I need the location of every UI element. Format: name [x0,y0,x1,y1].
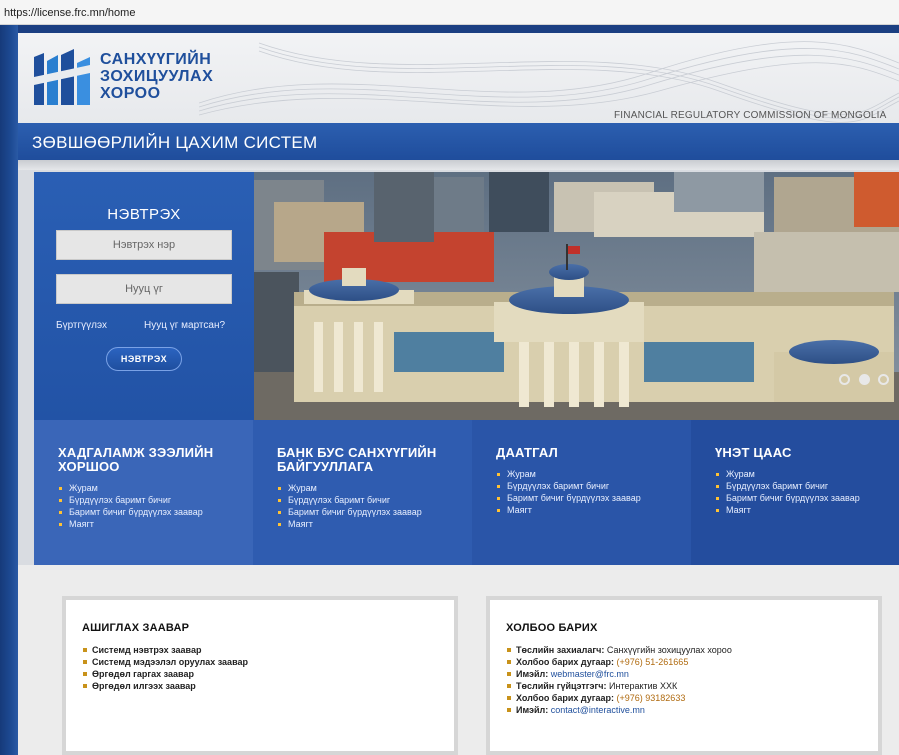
title-bar-shadow [18,160,899,170]
slider-dots [835,372,889,390]
tile-title-line: ҮНЭТ ЦААС [715,445,792,460]
tile-link[interactable]: Баримт бичиг бүрдүүлэх заавар [58,506,253,518]
password-input[interactable]: Нууц үг [56,274,232,304]
register-link[interactable]: Бүртгүүлэх [56,320,107,331]
contact-title: ХОЛБОО БАРИХ [506,622,598,634]
tile-link[interactable]: Бүрдүүлэх баримт бичиг [58,494,253,506]
tile-non-bank-financial[interactable]: БАНК БУС САНХҮҮГИЙН БАЙГУУЛЛАГА Журам Бү… [253,420,472,565]
logo-wordmark: САНХҮҮГИЙН ЗОХИЦУУЛАХ ХОРОО [100,51,213,102]
slider-dot-1[interactable] [839,374,851,385]
contact-email-link[interactable]: contact@interactive.mn [551,705,645,715]
tile-link[interactable]: Бүрдүүлэх баримт бичиг [277,494,472,506]
frc-logo-icon [34,49,90,105]
contact-card: ХОЛБОО БАРИХ Төслийн захиалагч: Санхүүги… [486,596,882,755]
tile-link[interactable]: Журам [496,468,691,480]
tile-securities[interactable]: ҮНЭТ ЦААС Журам Бүрдүүлэх баримт бичиг Б… [691,420,899,565]
login-title: НЭВТРЭХ [107,206,181,223]
contact-label: Имэйл: [516,669,549,679]
header-subtitle: FINANCIAL REGULATORY COMMISSION OF MONGO… [614,110,887,121]
tile-title-line: БАНК БУС САНХҮҮГИЙН [277,445,437,460]
site-header: САНХҮҮГИЙН ЗОХИЦУУЛАХ ХОРОО FINANCIAL RE… [18,33,899,123]
tile-insurance[interactable]: ДААТГАЛ Журам Бүрдүүлэх баримт бичиг Бар… [472,420,691,565]
tile-link[interactable]: Баримт бичиг бүрдүүлэх заавар [277,506,472,518]
tile-savings-credit-coop[interactable]: ХАДГАЛАМЖ ЗЭЭЛИЙН ХОРШОО Журам Бүрдүүлэх… [34,420,253,565]
contact-row: Төслийн захиалагч: Санхүүгийн зохицуулах… [506,644,878,656]
contact-value: Санхүүгийн зохицуулах хороо [606,645,732,655]
contact-email-link[interactable]: webmaster@frc.mn [551,669,629,679]
login-button[interactable]: НЭВТРЭХ [106,347,182,371]
city-illustration [254,172,899,420]
tile-title[interactable]: ДААТГАЛ [496,446,691,460]
page-top-edge [0,25,899,33]
guide-link[interactable]: Өргөдөл гаргах заавар [82,668,454,680]
tile-title[interactable]: ХАДГАЛАМЖ ЗЭЭЛИЙН ХОРШОО [58,446,253,474]
contact-row: Холбоо барих дугаар: (+976) 51-261665 [506,656,878,668]
slider-dot-3[interactable] [878,374,889,385]
forgot-password-link[interactable]: Нууц үг мартсан? [144,320,225,331]
tile-title-line: ХОРШОО [58,459,120,474]
page-left-edge [0,25,18,755]
tile-link[interactable]: Бүрдүүлэх баримт бичиг [715,480,899,492]
tile-link[interactable]: Маягт [715,504,899,516]
url-text[interactable]: https://license.frc.mn/home [4,7,135,19]
tile-link[interactable]: Журам [58,482,253,494]
contact-row: Имэйл: contact@interactive.mn [506,704,878,716]
usage-guide-title: АШИГЛАХ ЗААВАР [82,622,190,634]
tile-title-line: ХАДГАЛАМЖ ЗЭЭЛИЙН [58,445,214,460]
contact-label: Төслийн гүйцэтгэгч: [516,681,607,691]
hero-photo-government-palace [254,172,899,420]
address-bar[interactable]: https://license.frc.mn/home [0,0,899,25]
slider-dot-2[interactable] [858,374,870,385]
usage-guide-card: АШИГЛАХ ЗААВАР Системд нэвтрэх заавар Си… [62,596,458,755]
login-panel: НЭВТРЭХ Нэвтрэх нэр Нууц үг Бүртгүүлэх Н… [34,172,254,420]
contact-row: Холбоо барих дугаар: (+976) 93182633 [506,692,878,704]
contact-row: Төслийн гүйцэтгэгч: Интерактив ХХК [506,680,878,692]
tile-link[interactable]: Журам [277,482,472,494]
tile-link[interactable]: Маягт [277,518,472,530]
contact-value: Интерактив ХХК [609,681,678,691]
contact-phone: (+976) 93182633 [616,693,686,703]
tile-title-line: ДААТГАЛ [496,445,558,460]
tile-title-line: БАЙГУУЛЛАГА [277,459,374,474]
tile-link[interactable]: Маягт [58,518,253,530]
guide-link[interactable]: Өргөдөл илгээх заавар [82,680,454,692]
tile-link[interactable]: Баримт бичиг бүрдүүлэх заавар [496,492,691,504]
contact-label: Холбоо барих дугаар: [516,693,614,703]
tile-title[interactable]: БАНК БУС САНХҮҮГИЙН БАЙГУУЛЛАГА [277,446,472,474]
contact-label: Холбоо барих дугаар: [516,657,614,667]
tile-link[interactable]: Журам [715,468,899,480]
guide-link[interactable]: Системд нэвтрэх заавар [82,644,454,656]
guide-link[interactable]: Системд мэдээлэл оруулах заавар [82,656,454,668]
username-input[interactable]: Нэвтрэх нэр [56,230,232,260]
contact-label: Төслийн захиалагч: [516,645,605,655]
logo-line-3: ХОРОО [100,85,161,102]
tile-link[interactable]: Бүрдүүлэх баримт бичиг [496,480,691,492]
contact-phone: (+976) 51-261665 [616,657,689,667]
tile-link[interactable]: Баримт бичиг бүрдүүлэх заавар [715,492,899,504]
tile-title[interactable]: ҮНЭТ ЦААС [715,446,899,460]
contact-label: Имэйл: [516,705,549,715]
tile-link[interactable]: Маягт [496,504,691,516]
contact-row: Имэйл: webmaster@frc.mn [506,668,878,680]
logo-line-2: ЗОХИЦУУЛАХ [100,68,214,85]
logo-line-1: САНХҮҮГИЙН [100,51,212,68]
system-title-bar: ЗӨВШӨӨРЛИЙН ЦАХИМ СИСТЕМ [18,123,899,160]
system-title: ЗӨВШӨӨРЛИЙН ЦАХИМ СИСТЕМ [32,133,318,152]
